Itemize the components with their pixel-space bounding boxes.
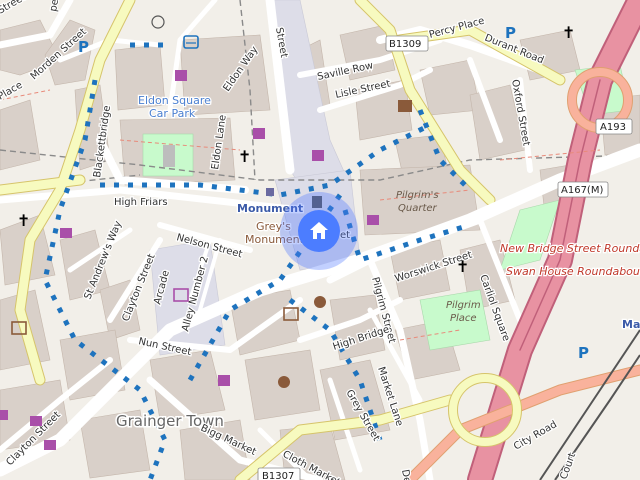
label-b1307: B1307 — [262, 471, 294, 480]
parking-icon: P — [505, 24, 516, 42]
label-new-bridge-roundabout: New Bridge Street Roundabout — [500, 242, 640, 255]
theatre-icon — [278, 376, 290, 388]
monument-plinth — [163, 145, 175, 167]
theatre-icon — [314, 296, 326, 308]
svg-text:✝: ✝ — [562, 23, 575, 42]
shopping-icon — [312, 150, 324, 161]
parking-icon: P — [578, 344, 589, 362]
label-eldon-square: Eldon Square — [138, 94, 211, 107]
label-quarter: Quarter — [398, 203, 438, 214]
church-icon: ✝ — [562, 23, 575, 42]
shopping-icon — [44, 440, 56, 450]
shopping-icon — [30, 416, 42, 426]
parking-icon: P — [78, 38, 89, 56]
church-icon: ✝ — [17, 211, 30, 230]
shopping-icon — [0, 410, 8, 420]
svg-text:✝: ✝ — [456, 257, 469, 276]
label-a193: A193 — [600, 122, 626, 133]
label-b1309: B1309 — [389, 39, 421, 50]
label-pilgrim: Pilgrim — [446, 300, 481, 311]
church-icon: ✝ — [456, 257, 469, 276]
shopping-icon — [218, 375, 230, 386]
shopping-icon — [253, 128, 265, 139]
location-marker-icon[interactable] — [298, 210, 340, 252]
shopping-icon — [175, 70, 187, 81]
library-icon — [398, 100, 412, 112]
label-ma: Ma — [622, 318, 640, 331]
svg-text:✝: ✝ — [238, 147, 251, 166]
label-high-friars: High Friars — [114, 197, 168, 208]
label-pilgrims: Pilgrim's — [396, 190, 439, 201]
monument-icon — [266, 188, 274, 196]
svg-text:P: P — [578, 344, 589, 362]
label-car-park: Car Park — [149, 107, 196, 120]
svg-text:P: P — [78, 38, 89, 56]
svg-text:P: P — [505, 24, 516, 42]
svg-text:✝: ✝ — [17, 211, 30, 230]
shopping-icon — [60, 228, 72, 238]
church-icon: ✝ — [238, 147, 251, 166]
label-de: De — [399, 469, 412, 480]
label-swan-house-roundabout: Swan House Roundabout — [506, 265, 640, 278]
label-a167m: A167(M) — [561, 185, 603, 196]
shopping-icon — [367, 215, 379, 225]
home-icon — [310, 222, 328, 239]
label-place: Place — [450, 313, 477, 324]
